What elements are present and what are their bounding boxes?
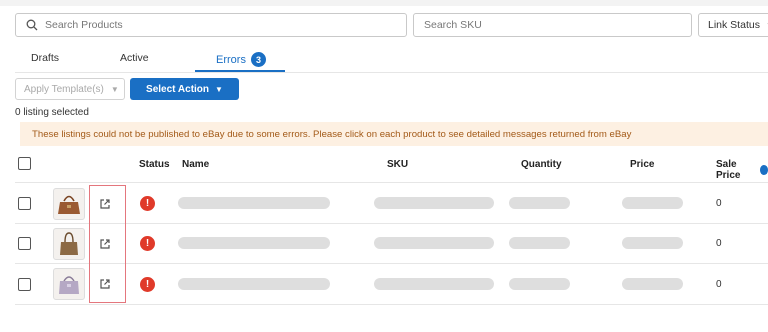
search-sku-placeholder: Search SKU — [424, 19, 482, 31]
apply-template-label: Apply Template(s) — [24, 83, 104, 95]
error-status-icon[interactable]: ! — [140, 196, 155, 211]
name-placeholder — [178, 237, 330, 249]
error-status-icon[interactable]: ! — [140, 236, 155, 251]
row-divider — [15, 263, 768, 264]
header-divider — [15, 182, 768, 183]
sku-placeholder — [374, 197, 494, 209]
product-thumbnail[interactable] — [53, 228, 85, 260]
search-products-placeholder: Search Products — [45, 19, 123, 31]
name-placeholder — [178, 278, 330, 290]
link-status-label: Link Status — [708, 19, 760, 31]
brown-tote-bag-image — [60, 232, 78, 255]
tab-divider — [15, 72, 768, 73]
row-divider — [15, 304, 768, 305]
alert-message: These listings could not be published to… — [32, 128, 632, 140]
sale-price-cell: 0 — [716, 279, 722, 290]
brown-leather-handbag-image — [58, 195, 80, 214]
select-all-checkbox[interactable] — [18, 157, 31, 170]
row-checkbox[interactable] — [18, 278, 31, 291]
sale-price-label: Sale Price — [716, 159, 741, 181]
tab-drafts[interactable]: Drafts — [31, 52, 59, 64]
chevron-down-icon: ▼ — [215, 84, 223, 94]
apply-template-dropdown[interactable]: Apply Template(s) ▼ — [15, 78, 125, 100]
quantity-placeholder — [509, 197, 570, 209]
tab-errors[interactable]: Errors 3 — [216, 52, 266, 67]
row-checkbox[interactable] — [18, 197, 31, 210]
quantity-placeholder — [509, 278, 570, 290]
search-products-input[interactable]: Search Products — [15, 13, 407, 37]
top-strip — [0, 0, 768, 6]
row-checkbox[interactable] — [18, 237, 31, 250]
lavender-handbag-image — [59, 276, 79, 294]
column-header-sale-price[interactable]: Sale Price — [716, 159, 768, 181]
active-tab-indicator — [195, 70, 285, 72]
error-alert-banner: These listings could not be published to… — [20, 122, 768, 146]
product-thumbnail[interactable] — [53, 268, 85, 300]
info-icon[interactable] — [759, 165, 768, 175]
name-placeholder — [178, 197, 330, 209]
select-action-label: Select Action — [146, 83, 210, 95]
search-sku-input[interactable]: Search SKU — [413, 13, 692, 37]
price-placeholder — [622, 237, 683, 249]
errors-count-badge: 3 — [250, 52, 266, 67]
price-placeholder — [622, 278, 683, 290]
sku-placeholder — [374, 237, 494, 249]
tab-errors-label: Errors — [216, 53, 246, 66]
price-placeholder — [622, 197, 683, 209]
selection-count: 0 listing selected — [15, 107, 89, 118]
column-header-status[interactable]: Status — [139, 159, 170, 170]
select-action-button[interactable]: Select Action ▼ — [130, 78, 239, 100]
link-column-highlight — [89, 185, 126, 303]
tab-active[interactable]: Active — [120, 52, 149, 64]
chevron-down-icon: ▼ — [110, 84, 119, 94]
quantity-placeholder — [509, 237, 570, 249]
sku-placeholder — [374, 278, 494, 290]
search-icon — [26, 19, 38, 31]
row-divider — [15, 223, 768, 224]
column-header-price[interactable]: Price — [630, 159, 654, 170]
column-header-sku[interactable]: SKU — [387, 159, 408, 170]
column-header-quantity[interactable]: Quantity — [521, 159, 562, 170]
product-thumbnail[interactable] — [53, 188, 85, 220]
link-status-select[interactable]: Link Status ▼ — [698, 13, 768, 37]
sale-price-cell: 0 — [716, 238, 722, 249]
column-header-name[interactable]: Name — [182, 159, 209, 170]
error-status-icon[interactable]: ! — [140, 277, 155, 292]
sale-price-cell: 0 — [716, 198, 722, 209]
